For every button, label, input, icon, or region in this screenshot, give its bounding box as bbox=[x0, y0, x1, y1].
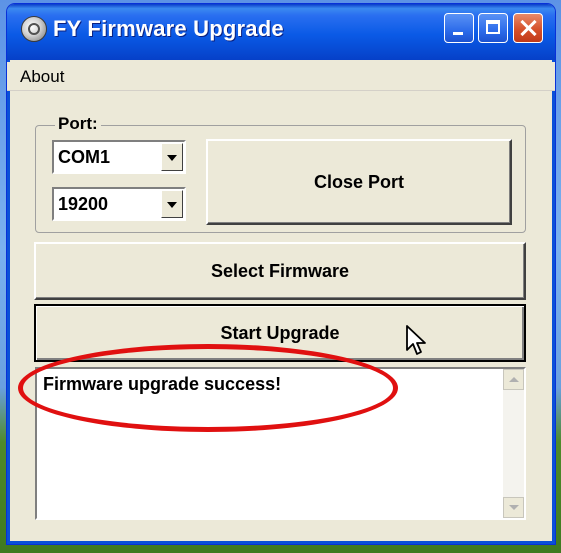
baud-rate-select-value: 19200 bbox=[58, 194, 109, 214]
menu-item-about[interactable]: About bbox=[20, 67, 64, 87]
app-icon bbox=[21, 16, 47, 42]
scroll-down-icon[interactable] bbox=[503, 497, 524, 518]
maximize-icon[interactable] bbox=[478, 13, 508, 43]
select-firmware-button-label: Select Firmware bbox=[210, 260, 350, 281]
menu-bar: About bbox=[7, 62, 555, 91]
port-select[interactable]: COM1 bbox=[52, 140, 186, 174]
minimize-icon[interactable] bbox=[444, 13, 474, 43]
mouse-cursor-icon bbox=[406, 325, 426, 355]
start-upgrade-button-label: Start Upgrade bbox=[220, 322, 340, 343]
scroll-up-icon[interactable] bbox=[503, 369, 524, 390]
chevron-down-icon[interactable] bbox=[161, 190, 183, 218]
title-bar[interactable]: FY Firmware Upgrade bbox=[7, 4, 555, 60]
log-scrollbar[interactable] bbox=[503, 369, 524, 518]
close-port-button-label: Close Port bbox=[313, 171, 405, 192]
port-group-label: Port: bbox=[55, 114, 101, 134]
port-select-value: COM1 bbox=[58, 147, 111, 167]
red-highlight-ellipse bbox=[18, 344, 398, 432]
chevron-down-icon[interactable] bbox=[161, 143, 183, 171]
close-icon[interactable] bbox=[513, 13, 543, 43]
select-firmware-button[interactable]: Select Firmware bbox=[34, 242, 526, 300]
close-port-button[interactable]: Close Port bbox=[206, 139, 512, 225]
window-title: FY Firmware Upgrade bbox=[53, 16, 284, 41]
baud-rate-select[interactable]: 19200 bbox=[52, 187, 186, 221]
